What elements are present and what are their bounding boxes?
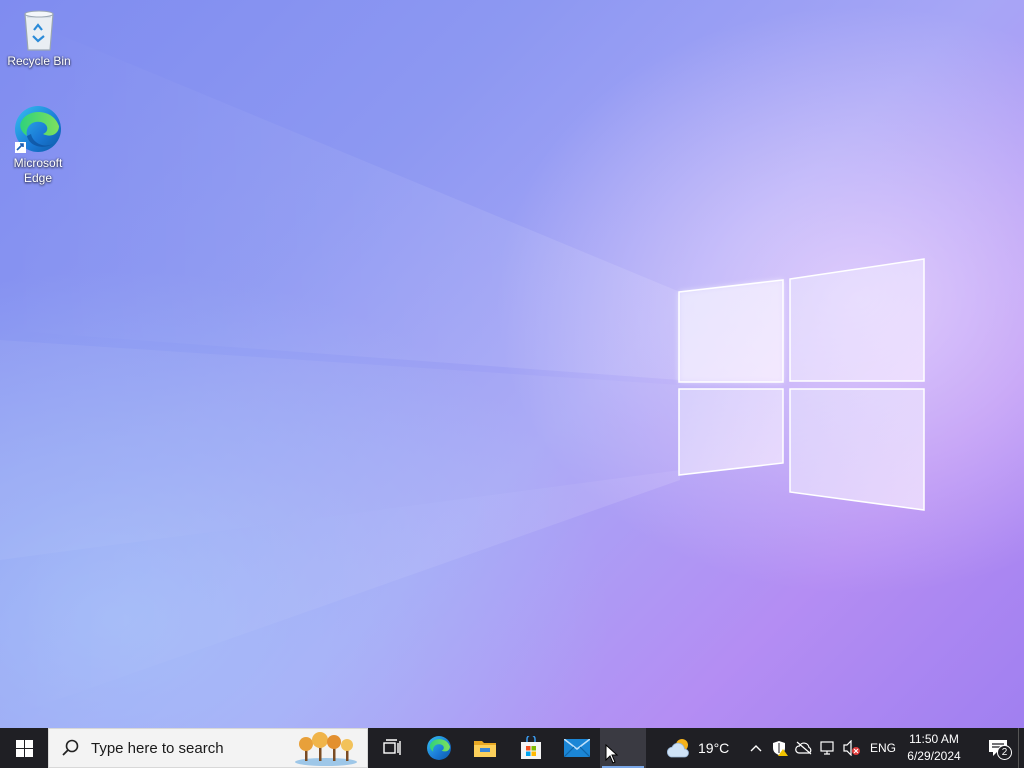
volume-tray-button[interactable] [840,728,864,768]
desktop: Recycle Bin Microsoft Edge [0,0,1024,728]
taskbar: Type here to search 19°C ENG 11:50 AM 6/… [0,728,1024,768]
system-tray: ENG 11:50 AM 6/29/2024 2 [744,728,1024,768]
desktop-icon-label: Microsoft Edge [13,156,63,185]
task-view-icon [383,739,401,755]
cloud-offline-icon [795,741,812,755]
search-icon [62,739,79,756]
taskbar-microsoft-store-button[interactable] [508,728,554,768]
input-language-indicator[interactable]: ENG [870,741,896,755]
clock[interactable]: 11:50 AM 6/29/2024 [902,731,966,765]
desktop-icon-recycle-bin[interactable]: Recycle Bin [1,6,77,69]
onedrive-tray-button[interactable] [792,728,816,768]
volume-muted-icon [843,740,860,756]
taskbar-search-box[interactable]: Type here to search [48,728,368,768]
network-tray-button[interactable] [816,728,840,768]
weather-widget[interactable]: 19°C [666,738,729,758]
security-tray-button[interactable] [768,728,792,768]
clock-date: 6/29/2024 [907,749,961,763]
show-hidden-icons-button[interactable] [744,728,768,768]
show-desktop-button[interactable] [1018,728,1024,768]
mouse-cursor-icon [605,744,619,764]
taskbar-edge-button[interactable] [416,728,462,768]
shield-warning-icon [772,741,788,756]
desktop-icon-microsoft-edge[interactable]: Microsoft Edge [0,104,76,186]
search-highlight-trees-icon [295,732,357,766]
windows-start-icon [15,739,33,757]
search-placeholder: Type here to search [91,739,224,757]
network-icon [820,741,834,755]
desktop-icon-label: Recycle Bin [7,54,71,68]
file-explorer-icon [474,741,496,757]
weather-temperature: 19°C [698,740,730,756]
chevron-up-icon [750,745,762,752]
task-view-button[interactable] [370,728,416,768]
recycle-bin-icon [24,10,54,51]
clock-time: 11:50 AM [909,732,959,746]
edge-icon [427,736,451,760]
start-button[interactable] [0,728,48,768]
taskbar-mail-button[interactable] [554,728,600,768]
partly-cloudy-icon [666,739,689,758]
mail-icon [564,739,590,757]
microsoft-store-icon [521,736,541,759]
action-center-button[interactable]: 2 [978,728,1018,768]
taskbar-file-explorer-button[interactable] [462,728,508,768]
notification-count-badge: 2 [997,745,1012,760]
edge-icon [15,106,61,153]
